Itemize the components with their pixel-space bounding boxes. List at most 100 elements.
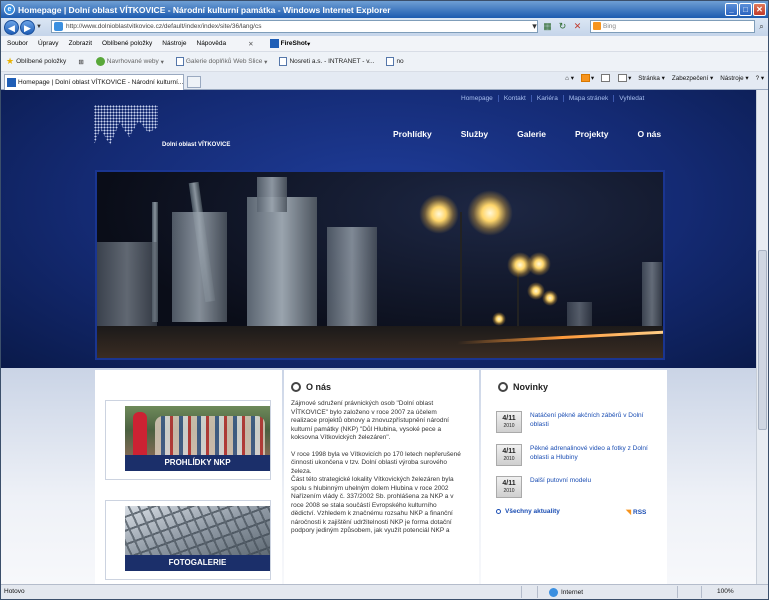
news-date: 4/11 [502, 480, 516, 487]
top-link-career[interactable]: Kariéra [530, 95, 563, 102]
nav-about[interactable]: O nás [638, 129, 662, 139]
page-icon [54, 22, 63, 31]
status-text: Hotovo [4, 588, 25, 595]
forward-button[interactable]: ▶ [20, 19, 35, 35]
news-year: 2010 [503, 456, 515, 462]
suggested-sites-icon [95, 57, 105, 66]
search-button-icon[interactable]: ⌕ [756, 20, 767, 33]
rss-link[interactable]: ◥ RSS [626, 508, 646, 516]
vertical-scrollbar[interactable] [756, 90, 768, 584]
tools-menu[interactable]: Nástroje ▾ [720, 75, 748, 82]
close-button[interactable]: ✕ [753, 3, 766, 16]
refresh-icon[interactable]: ↻ [556, 20, 569, 33]
envelope-icon [601, 74, 611, 82]
url-field[interactable]: http://www.dolnioblastvitkovice.cz/defau… [51, 20, 538, 33]
back-button[interactable]: ◀ [4, 19, 19, 35]
print-button[interactable]: ▾ [618, 74, 631, 82]
page-menu[interactable]: Stránka ▾ [638, 75, 665, 82]
zoom-level[interactable]: 100% [717, 588, 734, 595]
add-favorites-icon[interactable]: ⊞ [78, 58, 83, 66]
news-item[interactable]: 4/11 2010 Další putovní modelu [496, 476, 661, 498]
minimize-button[interactable]: _ [725, 3, 738, 16]
page-icon [279, 57, 288, 66]
zone-label: Internet [561, 589, 584, 596]
about-paragraph: Část této strategické lokality Vítkovick… [291, 476, 454, 534]
menu-bar: Soubor Úpravy Zobrazit Oblíbené položky … [1, 36, 768, 52]
news-link[interactable]: Natáčení pěkně akčních záběrů v Dolní ob… [530, 411, 661, 429]
security-zone[interactable]: Internet [549, 588, 583, 597]
top-link-homepage[interactable]: Homepage [456, 95, 498, 102]
nav-tours[interactable]: Prohlídky [393, 129, 432, 139]
home-icon[interactable]: ⌂ ▾ [565, 75, 574, 82]
search-field[interactable]: Bing [590, 20, 755, 33]
menu-edit[interactable]: Úpravy [38, 40, 59, 47]
top-link-search[interactable]: Vyhledat [613, 95, 649, 102]
page-icon [386, 57, 395, 66]
favorites-button[interactable]: ★ Oblíbené položky [6, 56, 66, 67]
favorite-label: Nosreti a.s. - INTRANET - v... [289, 58, 375, 65]
url-dropdown-icon[interactable]: ▾ [528, 20, 541, 33]
window-title: Homepage | Dolní oblast VÍTKOVICE - Náro… [18, 4, 391, 15]
about-column: O nás Zájmové sdružení právnických osob … [284, 370, 479, 584]
search-placeholder: Bing [603, 23, 617, 30]
tab-label: Homepage | Dolní oblast VÍTKOVICE - Náro… [18, 79, 184, 86]
menu-help[interactable]: Nápověda [197, 40, 227, 47]
about-title: O nás [306, 382, 332, 392]
stop-icon[interactable]: ✕ [571, 20, 584, 33]
promo-caption: FOTOGALERIE [125, 555, 270, 571]
history-dropdown-icon[interactable]: ▼ [36, 24, 42, 30]
new-tab-button[interactable] [187, 76, 201, 88]
compatibility-icon[interactable]: ▦ [541, 20, 554, 33]
bullet-ring-icon [498, 382, 508, 392]
favorite-label: Galerie doplňků Web Slice [185, 58, 263, 65]
toolbar-close-icon[interactable]: ✕ [248, 40, 253, 48]
favorite-item-webslice[interactable]: Galerie doplňků Web Slice ▾ [175, 57, 267, 66]
feeds-button[interactable]: ▾ [580, 74, 594, 82]
news-link[interactable]: Pěkné adrenalinové video a fotky z Dolní… [530, 444, 661, 462]
promo-gallery[interactable]: FOTOGALERIE [105, 500, 271, 580]
bullet-ring-icon [291, 382, 301, 392]
menu-view[interactable]: Zobrazit [69, 40, 92, 47]
fireshot-icon [269, 39, 279, 48]
favorite-item-no[interactable]: no [386, 57, 404, 66]
favorite-item-intranet[interactable]: Nosreti a.s. - INTRANET - v... [279, 57, 374, 66]
nav-projects[interactable]: Projekty [575, 129, 609, 139]
news-date-badge: 4/11 2010 [496, 411, 522, 433]
scrollbar-thumb[interactable] [758, 250, 767, 430]
favorite-label: no [396, 58, 404, 65]
menu-favorites[interactable]: Oblíbené položky [102, 40, 152, 47]
menu-tools[interactable]: Nástroje [162, 40, 186, 47]
news-date: 4/11 [502, 448, 516, 455]
help-icon[interactable]: ? ▾ [756, 75, 764, 82]
url-text: http://www.dolnioblastvitkovice.cz/defau… [66, 23, 262, 30]
news-heading: Novinky [498, 382, 548, 392]
maximize-button[interactable]: □ [739, 3, 752, 16]
news-item[interactable]: 4/11 2010 Pěkné adrenalinové video a fotk… [496, 444, 661, 466]
news-link[interactable]: Další putovní modelu [530, 476, 591, 485]
menu-file[interactable]: Soubor [7, 40, 28, 47]
rss-label: RSS [633, 509, 647, 516]
tab-homepage[interactable]: Homepage | Dolní oblast VÍTKOVICE - Náro… [4, 74, 184, 90]
about-text: Zájmové sdružení právnických osob "Dolní… [291, 400, 461, 544]
nav-gallery[interactable]: Galerie [517, 129, 546, 139]
news-item[interactable]: 4/11 2010 Natáčení pěkně akčních záběrů v… [496, 411, 661, 433]
site-logo[interactable]: Dolní oblast VÍTKOVICE [94, 105, 234, 155]
favorites-label: Oblíbené položky [16, 58, 67, 65]
favorite-label: Navrhované weby [106, 58, 159, 65]
left-column: PROHLÍDKY NKP FOTOGALERIE [95, 370, 282, 584]
all-news-link[interactable]: Všechny aktuality [496, 508, 560, 515]
title-bar: e Homepage | Dolní oblast VÍTKOVICE - Ná… [1, 1, 768, 18]
favorite-item-suggested[interactable]: Navrhované weby ▾ [95, 57, 164, 66]
nav-services[interactable]: Služby [461, 129, 488, 139]
main-nav: Prohlídky Služby Galerie Projekty O nás [393, 129, 690, 139]
site-favicon [7, 78, 16, 87]
news-column: Novinky 4/11 2010 Natáčení pěkně akčních … [481, 370, 667, 584]
top-links: Homepage Kontakt Kariéra Mapa stránek Vy… [456, 95, 649, 102]
safety-menu[interactable]: Zabezpečení ▾ [672, 75, 713, 82]
promo-tours[interactable]: PROHLÍDKY NKP [105, 400, 271, 480]
fireshot-button[interactable]: FireShot ▾ [269, 39, 310, 48]
top-link-contact[interactable]: Kontakt [497, 95, 531, 102]
mail-icon[interactable] [601, 74, 611, 82]
address-bar: ◀ ▶ ▼ http://www.dolnioblastvitkovice.cz… [1, 18, 768, 36]
top-link-sitemap[interactable]: Mapa stránek [562, 95, 613, 102]
